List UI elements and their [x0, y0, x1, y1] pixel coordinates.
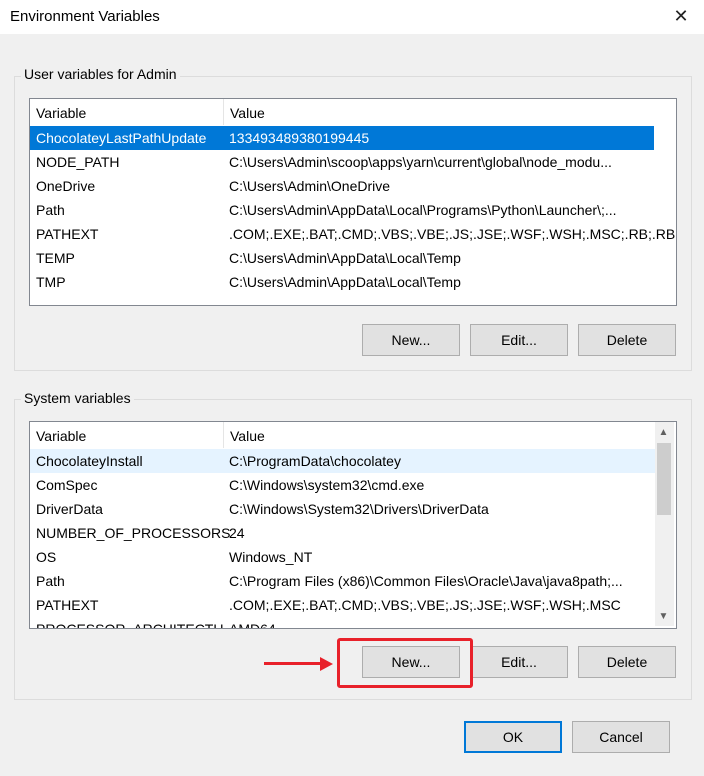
value-cell: C:\Windows\System32\Drivers\DriverData [229, 501, 489, 517]
variable-cell: TEMP [36, 250, 75, 266]
variable-cell: DriverData [36, 501, 103, 517]
cancel-button[interactable]: Cancel [572, 721, 670, 753]
title-bar: Environment Variables ✕ [0, 0, 704, 34]
variable-cell: OS [36, 549, 57, 565]
variable-cell: PATHEXT [36, 226, 99, 242]
variable-cell: PROCESSOR_ARCHITECTU... [36, 621, 236, 629]
value-cell: C:\Users\Admin\scoop\apps\yarn\current\g… [229, 154, 612, 170]
system-list-scrollbar[interactable]: ▲ ▼ [655, 422, 674, 626]
value-cell: C:\Users\Admin\AppData\Local\Programs\Py… [229, 202, 617, 218]
value-cell: C:\ProgramData\chocolatey [229, 453, 401, 469]
column-header-value[interactable]: Value [224, 422, 654, 448]
value-cell: 24 [229, 525, 245, 541]
table-row[interactable]: NODE_PATH C:\Users\Admin\scoop\apps\yarn\… [30, 150, 654, 174]
scroll-thumb[interactable] [657, 443, 671, 515]
table-row[interactable]: DriverData C:\Windows\System32\Drivers\Dr… [30, 497, 655, 521]
close-icon[interactable]: ✕ [666, 2, 696, 30]
variable-cell: Path [36, 573, 65, 589]
ok-button[interactable]: OK [464, 721, 562, 753]
table-row[interactable]: NUMBER_OF_PROCESSORS 24 [30, 521, 655, 545]
variable-cell: PATHEXT [36, 597, 99, 613]
user-delete-button[interactable]: Delete [578, 324, 676, 356]
value-cell: .COM;.EXE;.BAT;.CMD;.VBS;.VBE;.JS;.JSE;.… [229, 597, 621, 613]
annotation-arrow [264, 662, 322, 665]
user-new-button[interactable]: New... [362, 324, 460, 356]
table-row[interactable]: OneDrive C:\Users\Admin\OneDrive [30, 174, 654, 198]
value-cell: 133493489380199445 [229, 130, 370, 146]
user-variables-label: User variables for Admin [21, 66, 180, 82]
table-row[interactable]: Path C:\Users\Admin\AppData\Local\Program… [30, 198, 654, 222]
system-edit-button[interactable]: Edit... [470, 646, 568, 678]
table-row[interactable]: PATHEXT .COM;.EXE;.BAT;.CMD;.VBS;.VBE;.JS… [30, 222, 676, 246]
system-variables-list[interactable]: Variable Value ChocolateyInstall C:\Progr… [29, 421, 677, 629]
value-cell: C:\Users\Admin\AppData\Local\Temp [229, 250, 461, 266]
window-title: Environment Variables [10, 8, 160, 25]
value-cell: .COM;.EXE;.BAT;.CMD;.VBS;.VBE;.JS;.JSE;.… [229, 226, 677, 242]
column-header-variable[interactable]: Variable [30, 422, 224, 448]
value-cell: C:\Windows\system32\cmd.exe [229, 477, 425, 493]
variable-cell: NODE_PATH [36, 154, 120, 170]
variable-cell: NUMBER_OF_PROCESSORS [36, 525, 231, 541]
table-row[interactable]: PROCESSOR_ARCHITECTU... AMD64 [30, 617, 655, 629]
user-list-header: Variable Value [30, 99, 676, 125]
value-cell: C:\Users\Admin\AppData\Local\Temp [229, 274, 461, 290]
scroll-down-icon[interactable]: ▼ [655, 608, 672, 625]
variable-cell: ChocolateyLastPathUpdate [36, 130, 207, 146]
annotation-highlight-box [337, 638, 473, 688]
system-list-header: Variable Value [30, 422, 676, 448]
variable-cell: OneDrive [36, 178, 96, 194]
column-header-value[interactable]: Value [224, 99, 654, 125]
variable-cell: ComSpec [36, 477, 98, 493]
table-row[interactable]: ComSpec C:\Windows\system32\cmd.exe [30, 473, 655, 497]
scroll-up-icon[interactable]: ▲ [655, 424, 672, 441]
variable-cell: ChocolateyInstall [36, 453, 143, 469]
table-row[interactable]: ChocolateyLastPathUpdate 1334934893801994… [30, 126, 654, 150]
value-cell: C:\Users\Admin\OneDrive [229, 178, 391, 194]
table-row[interactable]: OS Windows_NT [30, 545, 655, 569]
table-row[interactable]: ChocolateyInstall C:\ProgramData\chocolat… [30, 449, 655, 473]
value-cell: C:\Program Files (x86)\Common Files\Orac… [229, 573, 623, 589]
table-row[interactable]: TMP C:\Users\Admin\AppData\Local\Temp [30, 270, 654, 294]
variable-cell: Path [36, 202, 65, 218]
annotation-arrow-head-icon [320, 657, 333, 671]
system-variables-label: System variables [21, 390, 134, 406]
value-cell: AMD64 [229, 621, 276, 629]
table-row[interactable]: Path C:\Program Files (x86)\Common Files\… [30, 569, 655, 593]
table-row[interactable]: TEMP C:\Users\Admin\AppData\Local\Temp [30, 246, 654, 270]
value-cell: Windows_NT [229, 549, 313, 565]
user-edit-button[interactable]: Edit... [470, 324, 568, 356]
table-row[interactable]: PATHEXT .COM;.EXE;.BAT;.CMD;.VBS;.VBE;.JS… [30, 593, 655, 617]
column-header-variable[interactable]: Variable [30, 99, 224, 125]
user-variables-list[interactable]: Variable Value ChocolateyLastPathUpdate 1… [29, 98, 677, 306]
system-delete-button[interactable]: Delete [578, 646, 676, 678]
variable-cell: TMP [36, 274, 66, 290]
